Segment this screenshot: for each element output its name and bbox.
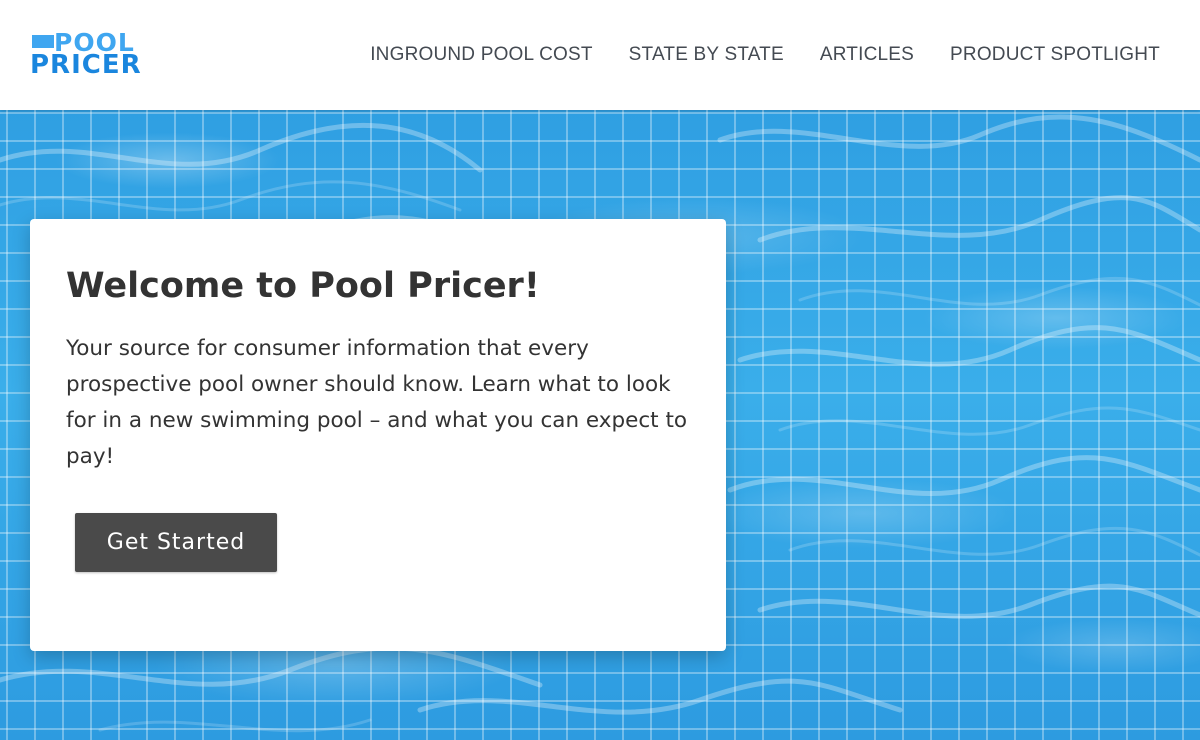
nav-item-articles[interactable]: ARTICLES	[820, 44, 914, 66]
main-nav: INGROUND POOL COST STATE BY STATE ARTICL…	[370, 0, 1160, 110]
logo-mark-icon	[32, 35, 54, 48]
intro-text: Your source for consumer information tha…	[66, 336, 688, 469]
get-started-button[interactable]: Get Started	[75, 513, 277, 572]
site-logo[interactable]: POOL PRICER	[30, 30, 155, 80]
logo-text-bottom: PRICER	[30, 50, 142, 80]
nav-item-state-by-state[interactable]: STATE BY STATE	[629, 44, 784, 66]
welcome-card: Welcome to Pool Pricer! Your source for …	[30, 219, 726, 651]
site-header: POOL PRICER INGROUND POOL COST STATE BY …	[0, 0, 1200, 110]
page: POOL PRICER INGROUND POOL COST STATE BY …	[0, 0, 1200, 740]
page-title: Welcome to Pool Pricer!	[66, 266, 540, 306]
nav-item-inground-pool-cost[interactable]: INGROUND POOL COST	[370, 44, 592, 66]
nav-item-product-spotlight[interactable]: PRODUCT SPOTLIGHT	[950, 44, 1160, 66]
